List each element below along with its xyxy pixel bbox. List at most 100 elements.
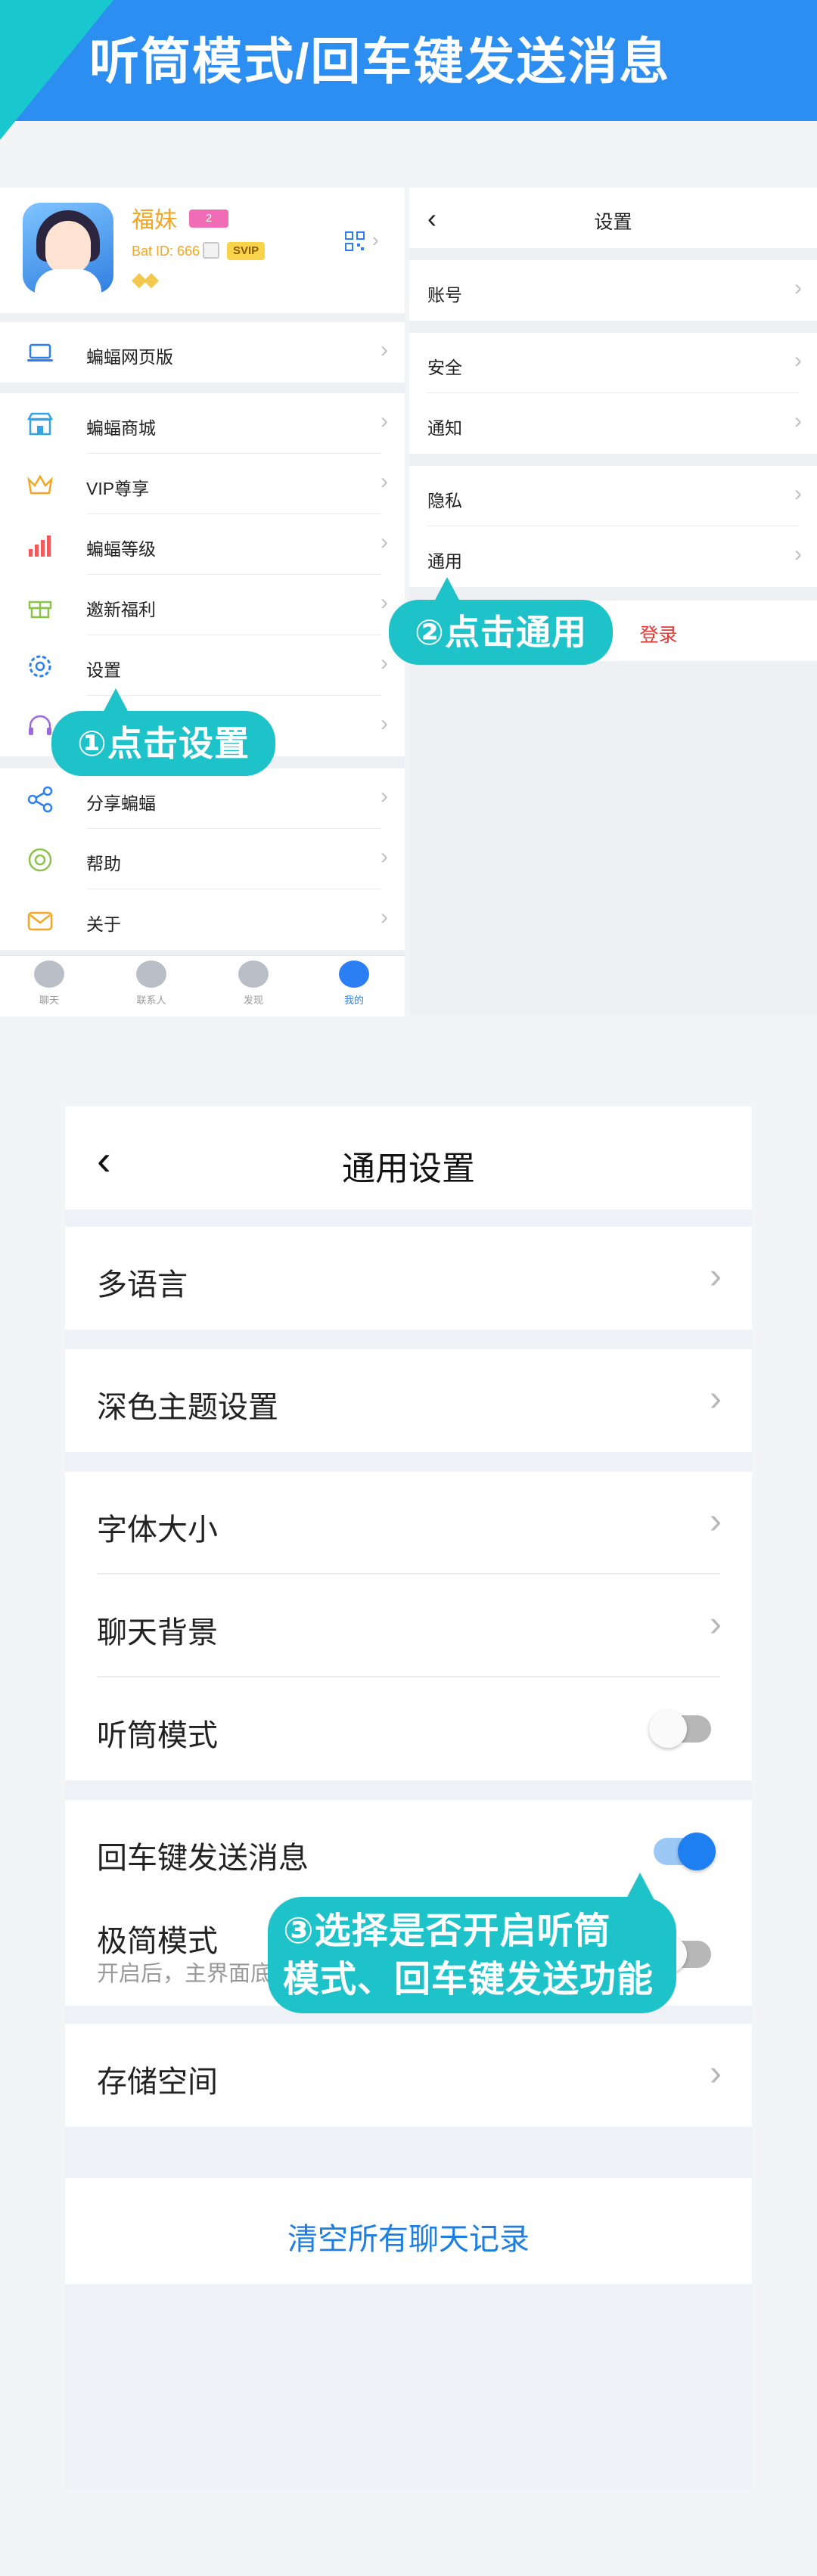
menu-item-store[interactable]: 蝙蝠商城 › xyxy=(0,393,405,454)
menu-item-invite[interactable]: 邀新福利 › xyxy=(0,575,405,635)
chevron-right-icon: › xyxy=(381,711,388,736)
headset-icon xyxy=(29,715,51,735)
about-mail-icon xyxy=(27,911,53,931)
discover-planet-icon xyxy=(238,961,269,988)
qrcode-icon[interactable] xyxy=(345,231,365,251)
settings-item-general[interactable]: 通用 › xyxy=(409,526,817,587)
chevron-right-icon: › xyxy=(794,348,802,373)
svip-badge: SVIP xyxy=(227,242,266,260)
row-language[interactable]: 多语言 › xyxy=(65,1227,752,1330)
help-icon xyxy=(28,848,52,872)
chevron-right-icon: › xyxy=(381,337,388,362)
wings-icon: ◆◆ xyxy=(132,268,159,290)
share-icon xyxy=(27,786,53,813)
tab-discover[interactable]: 发现 xyxy=(216,961,291,1007)
clear-all-chats-button[interactable]: 清空所有聊天记录 xyxy=(65,2178,752,2284)
menu-item-settings[interactable]: 设置 › xyxy=(0,635,405,696)
menu-label: 分享蝙蝠 xyxy=(86,793,156,813)
menu-label: 关于 xyxy=(86,914,121,934)
chevron-right-icon: › xyxy=(381,469,388,494)
banner-title: 听筒模式/回车键发送消息 xyxy=(89,33,671,89)
chevron-right-icon: › xyxy=(794,481,802,506)
earpiece-mode-toggle[interactable] xyxy=(649,1710,711,1748)
row-storage[interactable]: 存储空间 › xyxy=(65,2024,752,2127)
bottom-tab-bar: 聊天 联系人 发现 我的 xyxy=(0,955,405,1016)
menu-label: 帮助 xyxy=(86,854,121,874)
copy-id-icon[interactable] xyxy=(203,242,219,259)
chevron-right-icon: › xyxy=(381,784,388,808)
menu-item-vip[interactable]: VIP尊享 › xyxy=(0,454,405,514)
page-title: 设置 xyxy=(594,212,632,233)
callout-step2: ②点击通用 xyxy=(389,600,613,665)
row-label: 回车键发送消息 xyxy=(97,1842,309,1875)
row-font-size[interactable]: 字体大小 › xyxy=(65,1472,752,1575)
settings-item-account[interactable]: 账号 › xyxy=(409,260,817,321)
menu-item-web[interactable]: 蝙蝠网页版 › xyxy=(0,322,405,383)
crown-icon xyxy=(27,474,53,495)
chevron-right-icon: › xyxy=(372,228,379,251)
me-person-icon xyxy=(339,961,369,988)
avatar[interactable] xyxy=(23,203,113,293)
general-settings-header: ‹ 通用设置 xyxy=(65,1106,752,1209)
menu-item-help[interactable]: 帮助 › xyxy=(0,829,405,889)
settings-label: 账号 xyxy=(427,285,462,305)
chevron-right-icon: › xyxy=(381,590,388,615)
chevron-right-icon: › xyxy=(381,408,388,433)
menu-label: 设置 xyxy=(86,660,121,680)
chat-icon xyxy=(34,961,64,988)
bat-id: Bat ID: 666 xyxy=(132,244,200,259)
chevron-right-icon: › xyxy=(710,2053,722,2093)
tab-label: 发现 xyxy=(243,995,263,1006)
settings-item-privacy[interactable]: 隐私 › xyxy=(409,466,817,526)
row-label: 存储空间 xyxy=(97,2065,218,2099)
settings-item-notification[interactable]: 通知 › xyxy=(409,393,817,454)
laptop-icon xyxy=(27,343,53,362)
callout-pointer xyxy=(433,577,461,603)
chevron-right-icon: › xyxy=(381,905,388,930)
row-earpiece-mode: 听筒模式 xyxy=(65,1678,752,1780)
chevron-right-icon: › xyxy=(794,275,802,300)
chevron-right-icon: › xyxy=(381,529,388,554)
tab-contacts[interactable]: 联系人 xyxy=(113,961,189,1007)
row-label: 多语言 xyxy=(97,1268,188,1302)
row-dark-theme[interactable]: 深色主题设置 › xyxy=(65,1349,752,1452)
settings-label: 安全 xyxy=(427,358,462,377)
row-chat-background[interactable]: 聊天背景 › xyxy=(65,1575,752,1678)
menu-label: VIP尊享 xyxy=(86,479,150,498)
settings-label: 通用 xyxy=(427,551,462,571)
menu-item-about[interactable]: 关于 › xyxy=(0,889,405,950)
settings-label: 通知 xyxy=(427,418,462,438)
chevron-right-icon: › xyxy=(794,408,802,433)
row-sublabel: 开启后，主界面底 xyxy=(97,1962,273,1986)
menu-item-level[interactable]: 蝙蝠等级 › xyxy=(0,514,405,575)
chevron-right-icon: › xyxy=(381,844,388,869)
row-label: 极简模式 xyxy=(97,1925,218,1958)
callout-pointer xyxy=(102,688,129,714)
settings-item-security[interactable]: 安全 › xyxy=(409,333,817,393)
chevron-right-icon: › xyxy=(710,1604,722,1644)
settings-label: 隐私 xyxy=(427,491,462,511)
callout-line: 模式、回车键发送功能 xyxy=(283,1960,654,2000)
menu-label: 蝙蝠网页版 xyxy=(86,347,173,367)
menu-item-share[interactable]: 分享蝙蝠 › xyxy=(0,768,405,829)
menu-label: 蝙蝠商城 xyxy=(86,418,156,438)
page-title: 通用设置 xyxy=(342,1150,475,1187)
tab-label: 聊天 xyxy=(39,995,59,1006)
settings-gear-icon xyxy=(29,655,51,678)
row-label: 听筒模式 xyxy=(97,1719,218,1752)
store-icon xyxy=(26,412,54,436)
enter-send-toggle[interactable] xyxy=(654,1833,716,1870)
level-chart-icon xyxy=(29,535,51,557)
contacts-icon xyxy=(136,961,166,988)
row-label: 字体大小 xyxy=(97,1513,218,1547)
row-label: 聊天背景 xyxy=(97,1616,218,1650)
chevron-right-icon: › xyxy=(710,1501,722,1541)
chevron-right-icon: › xyxy=(381,650,388,675)
profile-name: 福妹 xyxy=(132,208,177,233)
menu-label: 蝙蝠等级 xyxy=(86,539,156,559)
tab-me[interactable]: 我的 xyxy=(316,961,392,1007)
tab-chat[interactable]: 聊天 xyxy=(11,961,87,1007)
row-label: 深色主题设置 xyxy=(97,1391,278,1424)
tab-label: 联系人 xyxy=(136,995,166,1006)
chevron-right-icon: › xyxy=(710,1379,722,1419)
